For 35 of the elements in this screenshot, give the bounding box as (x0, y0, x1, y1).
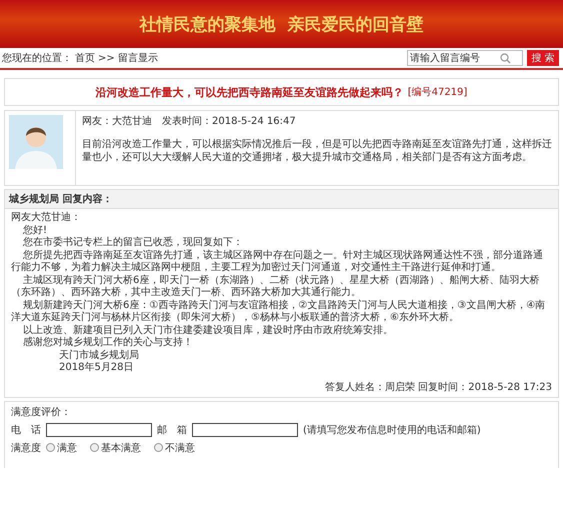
reply-signature: 答复人姓名：周启荣 回复时间：2018-5-28 17:23 (325, 380, 552, 394)
reply-paragraph: 天门市城乡规划局 (58, 350, 140, 362)
breadcrumb-label: 您现在的位置： (2, 52, 72, 65)
search-icon (500, 52, 511, 64)
breadcrumb-link[interactable]: 首页 (75, 51, 95, 65)
banner-slogan: 社情民意的聚集地 亲民爱民的回音壁 (140, 14, 424, 36)
author-name: 网友：大范甘迪 (82, 114, 152, 128)
email-label: 邮 箱 (157, 424, 187, 436)
reply-paragraph: 主城区现有跨天门河大桥6座，即天门一桥（东湖路）、二桥（状元路）、星星大桥（西湖路）、船闸大桥、陆羽大桥（东环路）、西环路大桥，其中主改造天门一桥、西环路大桥加大其通行能力。 (11, 274, 540, 300)
reply-heading: 城乡规划局 回复内容： (5, 190, 558, 209)
message-title: 沿河改造工作量大，可以先把西寺路南延至友谊路先做起来吗？ (96, 84, 404, 100)
reply-paragraph: 您在市委书记专栏上的留言已收悉，现回复如下： (22, 237, 244, 250)
breadcrumb-link[interactable]: 留言显示 (118, 51, 158, 65)
satisfaction-label: 满意度 (11, 442, 41, 454)
phone-label: 电 话 (11, 424, 41, 436)
search-field[interactable]: 请输入留言编号 (407, 50, 523, 66)
email-field[interactable] (192, 422, 298, 436)
reply-paragraph: 网友大范甘迪： (11, 212, 82, 224)
contact-hint: (请填写您发布信息时使用的电话和邮箱) (303, 424, 481, 436)
reply-paragraph: 您所提先把西寺路南延至友谊路先打通，该主城区路网中存在问题之一。针对主城区现状路网通达性不强，部分道路通行能力不够，为着力解决主城区路网中梗阻，主要工程为加密过天门河通道，对交通性主干路进行延伸和打通。 (11, 250, 544, 274)
satisfaction-option[interactable]: 基本满意 (90, 440, 141, 454)
message-body: 目前沿河改造工作量大，可以根据实际情况推后一段，但是可以先把西寺路南延至友谊路先打通，这样拆迁量也小，还可以大大缓解人民大道的交通拥堵，极大提升城市交通格局，相关部门是否有这方面考虑。 (82, 138, 552, 164)
reply-paragraph: 规划新建跨天门河大桥6座：①西寺路跨天门河与友谊路相接，②文昌路跨天门河与人民大道相接，③文昌闸大桥，④南洋大道东延跨天门河与杨林片区衔接（即朱河大桥），⑤杨林与小板联通的普济大桥，⑥东外环大桥。 (11, 300, 546, 324)
post-time: 发表时间：2018-5-24 16:47 (162, 114, 296, 128)
reply-paragraph: 以上改造、新建项目已列入天门市住建委建设项目库，建设时序由市政府统筹安排。 (22, 324, 394, 336)
satisfaction-option[interactable]: 不满意 (154, 440, 195, 454)
phone-field[interactable] (46, 422, 152, 436)
rating-heading: 满意度评价： (11, 406, 72, 418)
reply-paragraph: 感谢您对城乡规划工作的关心与支持！ (22, 337, 194, 350)
breadcrumb-separator: >> (98, 52, 115, 64)
message-number: [编号47219] (408, 86, 468, 99)
search-button[interactable]: 搜 索 (527, 50, 559, 66)
reply-paragraph: 您好! (22, 224, 48, 236)
satisfaction-option[interactable]: 满意 (46, 440, 77, 454)
reply-paragraph: 2018年5月28日 (58, 362, 135, 374)
